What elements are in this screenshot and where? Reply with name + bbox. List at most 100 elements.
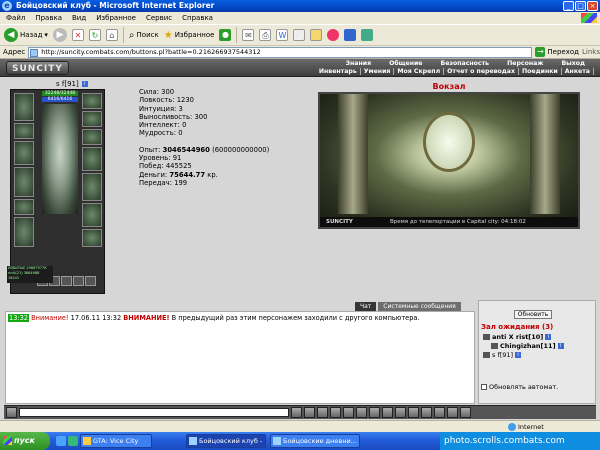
nav-battles[interactable]: Поединки xyxy=(519,68,562,75)
auto-refresh[interactable]: Обновлять автомат. xyxy=(481,383,558,391)
task-gta[interactable]: GTA: Vice City xyxy=(80,434,152,448)
nav-inventory[interactable]: Инвентарь xyxy=(316,68,361,75)
refresh-button[interactable]: Обновить xyxy=(514,310,552,319)
private-icon[interactable] xyxy=(421,407,432,418)
bracer-slot[interactable] xyxy=(82,203,102,227)
smiles-icon[interactable] xyxy=(317,407,328,418)
tab-system-messages[interactable]: Системные сообщения xyxy=(378,302,461,311)
task-combats-ie[interactable]: Бойцовский клуб - M... xyxy=(186,434,266,448)
boots-slot[interactable] xyxy=(82,229,102,247)
task-combats-diary[interactable]: Бойцовские дневни... xyxy=(270,434,360,448)
tab-chat[interactable]: Чат xyxy=(355,302,377,311)
info-icon[interactable]: i xyxy=(81,81,88,87)
menu-tools[interactable]: Сервис xyxy=(146,14,172,22)
helmet-slot[interactable] xyxy=(14,93,34,121)
stat-money: Деньги: 75644.77 кр. xyxy=(139,170,218,179)
address-input[interactable]: http://suncity.combats.com/buttons.pl?ba… xyxy=(28,46,533,58)
search-button[interactable]: ⌕ Поиск xyxy=(129,30,159,41)
earring-slot[interactable] xyxy=(82,93,102,109)
armor-slot[interactable] xyxy=(14,167,34,197)
weapon-slot[interactable] xyxy=(14,141,34,165)
pocket-slot[interactable] xyxy=(85,276,96,286)
nav-knowledge[interactable]: Знания xyxy=(337,60,380,67)
nav-transfers-report[interactable]: Отчет о переводах xyxy=(444,68,519,75)
nav-skills[interactable]: Умения xyxy=(361,68,395,75)
teleport-timer: Время до телепортации в Capital city: 04… xyxy=(390,219,526,225)
nav-profile[interactable]: Анкета xyxy=(562,68,594,75)
info-icon[interactable]: i xyxy=(515,352,522,358)
shield-slot[interactable] xyxy=(82,173,102,201)
help-icon[interactable] xyxy=(460,407,471,418)
messenger-icon[interactable] xyxy=(327,29,340,41)
app-icon xyxy=(83,437,91,445)
home-icon[interactable]: ⌂ xyxy=(105,29,118,41)
nav-security[interactable]: Безопасность xyxy=(432,60,499,67)
clan-chat-icon[interactable] xyxy=(447,407,458,418)
menu-help[interactable]: Справка xyxy=(182,14,213,22)
quicklaunch-desktop-icon[interactable] xyxy=(68,436,78,446)
menu-view[interactable]: Вид xyxy=(72,14,86,22)
chat-input[interactable] xyxy=(19,408,289,417)
folder-icon[interactable] xyxy=(310,29,323,41)
translit-icon[interactable] xyxy=(356,407,367,418)
stat-experience: Опыт: 3046544960 (600000000000) xyxy=(139,145,270,154)
info-icon[interactable]: i xyxy=(557,343,564,349)
location-title: Вокзал xyxy=(432,82,466,91)
go-button[interactable]: → Переход xyxy=(535,47,579,57)
close-button[interactable]: × xyxy=(587,1,598,11)
mail-icon[interactable]: ✉ xyxy=(242,29,255,41)
log-icon[interactable] xyxy=(395,407,406,418)
start-button[interactable]: пуск xyxy=(0,432,50,450)
ring-slot[interactable] xyxy=(82,129,102,145)
discuss-icon[interactable] xyxy=(293,29,306,41)
media-icon[interactable]: ● xyxy=(219,29,232,41)
chat-settings-icon[interactable] xyxy=(369,407,380,418)
player-row[interactable]: s f[91] i xyxy=(483,351,522,359)
gloves-slot[interactable] xyxy=(82,147,102,171)
player-row[interactable]: Chingizhan[11] i xyxy=(491,342,564,350)
chat-mode-icon[interactable] xyxy=(6,407,17,418)
nav-my-scroll[interactable]: Моя Скрепл xyxy=(394,68,445,75)
clear-icon[interactable] xyxy=(304,407,315,418)
contacts-icon[interactable] xyxy=(361,29,374,41)
scroll-icon[interactable] xyxy=(382,407,393,418)
suncity-logo: SUNCITY xyxy=(6,61,69,75)
auto-refresh-checkbox[interactable] xyxy=(481,384,487,390)
links-button[interactable]: Links xyxy=(582,48,600,56)
forward-button[interactable]: ▶ xyxy=(52,28,67,42)
belt-slot[interactable] xyxy=(14,199,34,215)
nav-character[interactable]: Персонаж xyxy=(498,60,552,67)
sound-icon[interactable] xyxy=(343,407,354,418)
quicklaunch-ie-icon[interactable] xyxy=(56,436,66,446)
stop-icon[interactable]: ✕ xyxy=(71,29,84,41)
edit-icon[interactable]: W xyxy=(276,29,289,41)
pocket-slot[interactable] xyxy=(61,276,72,286)
send-icon[interactable] xyxy=(291,407,302,418)
favorites-button[interactable]: ★ Избранное xyxy=(164,30,215,41)
amulet-slot[interactable] xyxy=(14,123,34,139)
player-row[interactable]: anti X rist[10] i xyxy=(483,333,552,341)
menu-file[interactable]: Файл xyxy=(6,14,25,22)
pocket-slot[interactable] xyxy=(73,276,84,286)
refresh-icon[interactable]: ↻ xyxy=(88,29,101,41)
print-icon[interactable]: ⎙ xyxy=(259,29,272,41)
research-icon[interactable] xyxy=(344,29,357,41)
menu-favorites[interactable]: Избранное xyxy=(96,14,136,22)
location-scene[interactable]: SUNCITY Время до телепортации в Capital … xyxy=(318,92,580,229)
back-button[interactable]: ◀ Назад ▾ xyxy=(4,28,48,42)
leggings-slot[interactable] xyxy=(14,217,34,247)
menu-edit[interactable]: Правка xyxy=(35,14,62,22)
chevron-down-icon[interactable]: ▾ xyxy=(44,31,48,39)
window-title: Бойцовский клуб - Microsoft Internet Exp… xyxy=(16,1,215,10)
minimize-button[interactable]: _ xyxy=(563,1,574,11)
ring-slot[interactable] xyxy=(82,111,102,127)
info-icon[interactable]: i xyxy=(545,334,552,340)
nav-exit[interactable]: Выход xyxy=(552,60,594,67)
maximize-button[interactable]: □ xyxy=(575,1,586,11)
filter-icon[interactable] xyxy=(330,407,341,418)
trade-icon[interactable] xyxy=(434,407,445,418)
friends-icon[interactable] xyxy=(408,407,419,418)
chat-tabs: Чат Системные сообщения xyxy=(355,302,461,311)
nav-communication[interactable]: Общение xyxy=(380,60,431,67)
equipment-panel: 32248/32448 6416/6416 xyxy=(10,89,105,294)
